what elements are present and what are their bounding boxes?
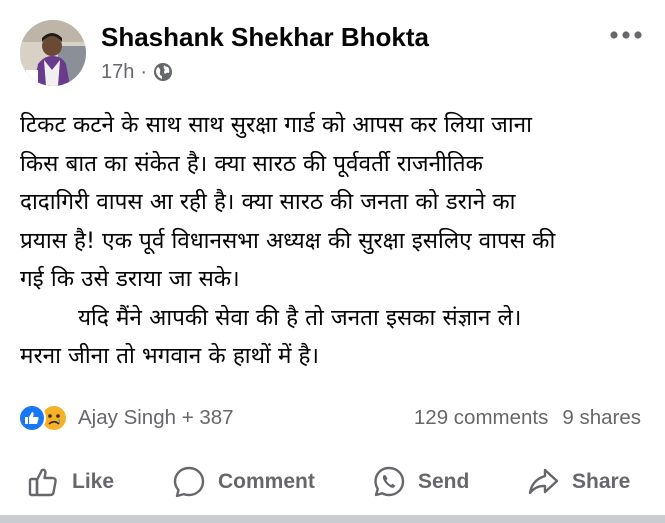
post-text-line: गई कि उसे डराया जा सके। [20, 266, 240, 292]
shares-count[interactable]: 9 shares [562, 406, 641, 430]
like-label: Like [72, 470, 115, 493]
engagement-counts: 129 comments 9 shares [414, 405, 641, 431]
post-header: Shashank Shekhar Bhokta 17h · [0, 0, 665, 92]
post-text-line: यदि मैंने आपकी सेवा की है तो जनता इसका स… [78, 304, 522, 331]
author-name[interactable]: Shashank Shekhar Bhokta [101, 22, 429, 53]
reaction-icons [18, 402, 76, 434]
reactions-summary[interactable]: Ajay Singh + 387 [18, 402, 234, 434]
action-bar: Like Comment Send Share [0, 458, 665, 506]
send-button[interactable]: Send [372, 458, 469, 506]
whatsapp-icon [374, 466, 405, 497]
post-text-line: टिकट कटने के साथ साथ सुरक्षा गार्ड को आप… [20, 112, 532, 138]
post-text-line: मरना जीना तो भगवान के हाथों में है। [20, 343, 320, 369]
reaction-names[interactable]: Ajay Singh + 387 [78, 406, 234, 430]
avatar[interactable] [20, 20, 86, 86]
share-icon [528, 468, 559, 495]
comment-icon [173, 466, 205, 498]
post-divider [0, 515, 665, 523]
post-text: टिकट कटने के साथ साथ सुरक्षा गार्ड को आप… [20, 106, 650, 376]
thumbs-up-icon [28, 468, 57, 497]
comment-label: Comment [218, 470, 315, 493]
post-text-line: किस बात का संकेत है। क्या सारठ की पूर्वव… [20, 150, 483, 177]
share-button[interactable]: Share [526, 458, 630, 506]
like-reaction-icon [18, 404, 46, 432]
like-button[interactable]: Like [26, 458, 114, 506]
comments-count[interactable]: 129 comments [414, 406, 548, 430]
share-label: Share [572, 470, 631, 493]
comment-button[interactable]: Comment [172, 458, 315, 506]
send-label: Send [418, 470, 470, 493]
post-meta: 17h · [101, 59, 173, 85]
meta-separator: · [140, 60, 148, 83]
globe-icon[interactable] [153, 62, 173, 82]
more-options-icon[interactable] [608, 25, 644, 45]
post-time[interactable]: 17h [101, 61, 134, 84]
post-text-line: प्रयास है! एक पूर्व विधानसभा अध्यक्ष की … [20, 227, 556, 254]
post-text-line: दादागिरी वापस आ रही है। क्या सारठ की जनत… [20, 189, 516, 215]
avatar-photo [20, 20, 86, 86]
